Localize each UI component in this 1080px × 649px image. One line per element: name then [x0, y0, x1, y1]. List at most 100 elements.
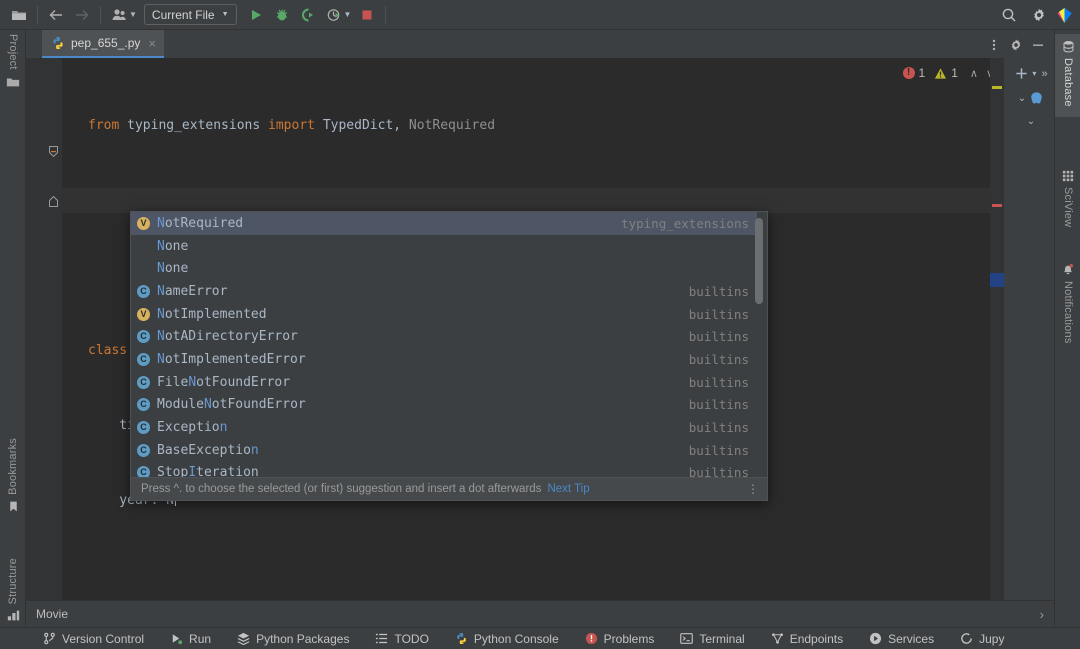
- editor-tab-pep655[interactable]: pep_655_.py ×: [42, 30, 164, 58]
- assist-add-row[interactable]: ▾ »: [1014, 66, 1047, 81]
- expand-icon[interactable]: »: [1041, 68, 1047, 80]
- statusbar-item-label: Python Console: [474, 632, 559, 646]
- statusbar-item-jupy[interactable]: Jupy: [947, 632, 1017, 646]
- marker-error[interactable]: [992, 204, 1002, 207]
- fold-marker-field[interactable]: [48, 196, 59, 207]
- breadcrumb: Movie ›: [26, 600, 1054, 627]
- more-options-icon[interactable]: [984, 32, 1004, 58]
- completion-item[interactable]: CBaseExceptionbuiltins: [131, 439, 757, 462]
- tab-bar-actions: [984, 32, 1054, 58]
- statusbar-item-todo[interactable]: TODO: [362, 632, 441, 646]
- sidebar-item-structure[interactable]: Structure: [0, 558, 26, 622]
- more-options-icon[interactable]: ⋮: [747, 482, 759, 496]
- statusbar-item-label: Problems: [604, 632, 655, 646]
- back-icon[interactable]: [43, 2, 69, 28]
- editor-assist-panel: ▾ » ⌄ ⌄: [1008, 58, 1054, 600]
- completion-item-name: NotImplementedError: [157, 352, 306, 367]
- warning-icon: [934, 67, 947, 80]
- sidebar-item-notifications-label: Notifications: [1062, 281, 1074, 344]
- database-icon: [1062, 40, 1075, 53]
- completion-item[interactable]: CExceptionbuiltins: [131, 416, 757, 439]
- completion-item-name: NotRequired: [157, 216, 243, 231]
- search-icon[interactable]: [996, 2, 1022, 28]
- jupyter-icon: [960, 632, 973, 645]
- next-tip-link[interactable]: Next Tip: [547, 483, 589, 495]
- class-icon: C: [137, 353, 150, 366]
- completion-scrollbar[interactable]: [757, 214, 765, 477]
- statusbar-item-problems[interactable]: Problems: [572, 632, 668, 646]
- statusbar-item-run[interactable]: Run: [157, 632, 224, 646]
- fold-marker-class[interactable]: [48, 146, 59, 157]
- profile-caret-icon[interactable]: ▼: [344, 10, 352, 19]
- sidebar-item-structure-label: Structure: [7, 558, 19, 604]
- close-icon[interactable]: ×: [148, 37, 156, 50]
- sidebar-item-database[interactable]: Database: [1055, 34, 1080, 117]
- completion-item-source: builtins: [689, 375, 749, 390]
- statusbar-item-terminal[interactable]: Terminal: [667, 632, 757, 646]
- sidebar-item-bookmarks[interactable]: Bookmarks: [0, 438, 26, 513]
- editor-marker-bar[interactable]: [990, 58, 1004, 600]
- completion-item[interactable]: CNameErrorbuiltins: [131, 280, 757, 303]
- minimize-icon[interactable]: [1028, 32, 1048, 58]
- statusbar-item-python-packages[interactable]: Python Packages: [224, 632, 362, 646]
- code-line-2: [62, 188, 1004, 213]
- no-icon: [137, 262, 150, 275]
- completion-item-name: BaseException: [157, 443, 259, 458]
- completion-hint-bar: Press ^. to choose the selected (or firs…: [131, 477, 768, 500]
- chevron-down-icon[interactable]: ▾: [1032, 69, 1036, 78]
- assist-more-row[interactable]: ⌄: [1027, 116, 1035, 127]
- bookmark-icon: [7, 500, 20, 513]
- gear-icon[interactable]: [1006, 32, 1026, 58]
- completion-item-source: builtins: [689, 284, 749, 299]
- editor-tab-label: pep_655_.py: [71, 36, 140, 50]
- statusbar-item-endpoints[interactable]: Endpoints: [758, 632, 856, 646]
- chevron-down-icon[interactable]: ⌄: [1027, 116, 1035, 127]
- completion-item-source: builtins: [689, 420, 749, 435]
- marker-warning[interactable]: [992, 86, 1002, 89]
- plus-icon[interactable]: [1014, 66, 1029, 81]
- completion-item[interactable]: V NotRequired typing_extensions: [131, 212, 757, 235]
- gear-icon[interactable]: [1026, 2, 1052, 28]
- error-icon: !: [903, 67, 915, 79]
- completion-item[interactable]: None: [131, 235, 757, 258]
- code-completion-popup[interactable]: VNotRequiredtyping_extensionsNoneNoneCNa…: [130, 211, 768, 501]
- completion-item[interactable]: CFileNotFoundErrorbuiltins: [131, 371, 757, 394]
- statusbar-item-python-console[interactable]: Python Console: [442, 632, 572, 646]
- run-with-coverage-icon[interactable]: [295, 2, 321, 28]
- prev-problem-icon[interactable]: ∧: [968, 67, 980, 80]
- sidebar-item-sciview[interactable]: SciView: [1055, 170, 1080, 227]
- chevron-down-icon[interactable]: ⌄: [1018, 93, 1026, 104]
- completion-item[interactable]: CNotImplementedErrorbuiltins: [131, 348, 757, 371]
- completion-item-name: NotImplemented: [157, 307, 267, 322]
- branch-icon: [43, 632, 56, 645]
- sidebar-item-project[interactable]: Project: [0, 34, 26, 89]
- statusbar-item-label: Services: [888, 632, 934, 646]
- statusbar-item-services[interactable]: Services: [856, 632, 947, 646]
- run-configuration-selector[interactable]: Current File ▼: [144, 4, 237, 25]
- vcs-caret-icon[interactable]: ▼: [129, 10, 137, 19]
- assist-ai-row[interactable]: ⌄: [1018, 91, 1044, 106]
- stop-icon[interactable]: [354, 2, 380, 28]
- completion-item[interactable]: CModuleNotFoundErrorbuiltins: [131, 394, 757, 417]
- class-icon: C: [137, 376, 150, 389]
- statusbar-item-version-control[interactable]: Version Control: [30, 632, 157, 646]
- completion-item-source: typing_extensions: [621, 216, 749, 231]
- variable-icon: V: [137, 217, 150, 230]
- breadcrumb-expand-icon[interactable]: ›: [1040, 607, 1044, 622]
- debug-icon[interactable]: [269, 2, 295, 28]
- run-icon[interactable]: [243, 2, 269, 28]
- sciview-icon: [1062, 170, 1074, 182]
- breadcrumb-path[interactable]: Movie: [36, 607, 68, 621]
- account-avatar-icon[interactable]: [1056, 7, 1072, 23]
- completion-list[interactable]: VNotRequiredtyping_extensionsNoneNoneCNa…: [131, 212, 757, 479]
- ai-assistant-icon[interactable]: [1029, 91, 1044, 106]
- completion-item-name: None: [157, 239, 188, 254]
- editor-gutter[interactable]: [26, 58, 62, 600]
- inspection-widget[interactable]: ! 1 1 ∧ ∨: [903, 66, 997, 80]
- completion-scrollbar-thumb[interactable]: [755, 218, 763, 304]
- completion-item[interactable]: CNotADirectoryErrorbuiltins: [131, 325, 757, 348]
- open-folder-icon[interactable]: [6, 2, 32, 28]
- completion-item[interactable]: None: [131, 257, 757, 280]
- sidebar-item-notifications[interactable]: Notifications: [1055, 262, 1080, 344]
- completion-item[interactable]: VNotImplementedbuiltins: [131, 303, 757, 326]
